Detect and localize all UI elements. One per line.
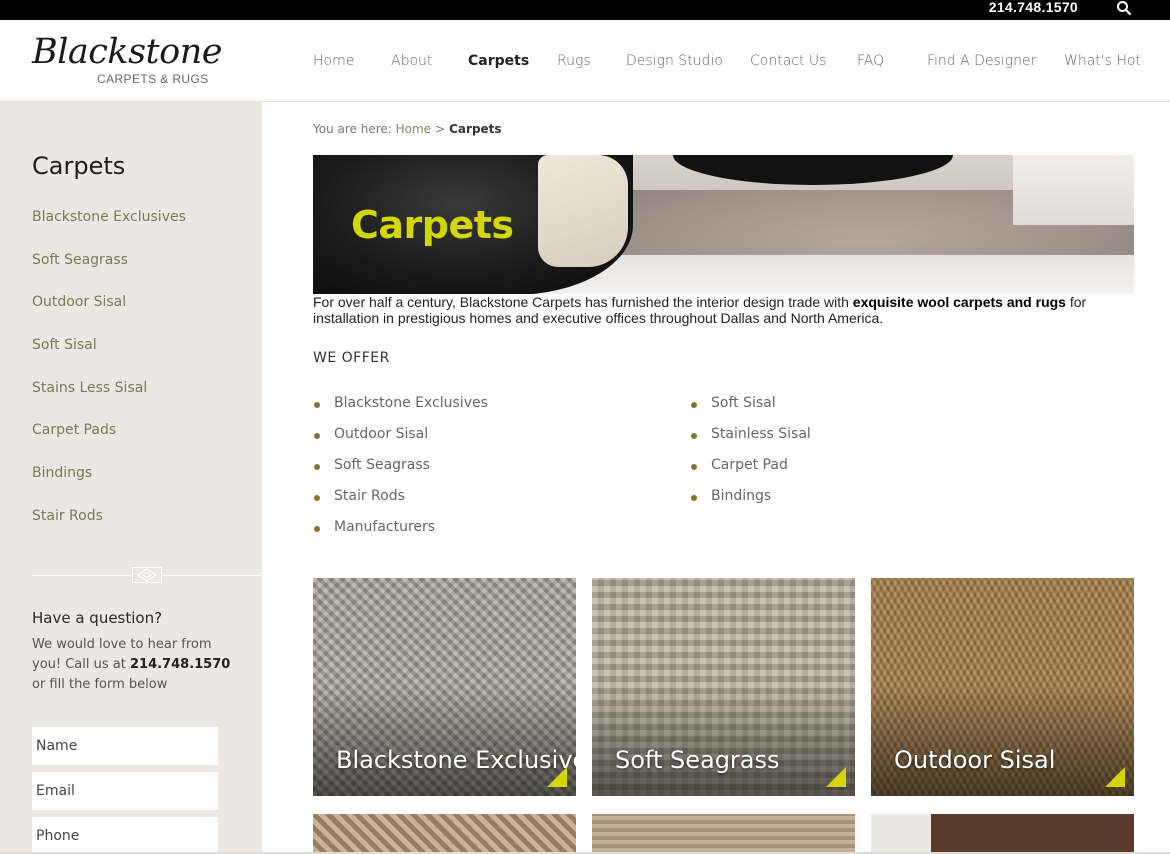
nav-design-studio[interactable]: Design Studio	[626, 53, 723, 69]
tile-shade	[313, 686, 576, 796]
nav-rugs[interactable]: Rugs	[557, 53, 591, 69]
question-text: We would love to hear from you! Call us …	[32, 635, 232, 695]
offer-soft-seagrass[interactable]: Soft Seagrass	[314, 457, 430, 473]
sidebar-link-soft-sisal[interactable]: Soft Sisal	[32, 337, 97, 353]
question-phone[interactable]: 214.748.1570	[130, 657, 230, 672]
tile-shade	[871, 686, 1134, 796]
offer-stainless-sisal[interactable]: Stainless Sisal	[691, 426, 811, 442]
hero-table	[673, 155, 953, 185]
hero-title: Carpets	[351, 203, 514, 247]
tile-row2-3[interactable]	[871, 814, 1134, 852]
intro-text-bold: exquisite wool carpets and rugs	[852, 294, 1066, 310]
sidebar-link-bindings[interactable]: Bindings	[32, 465, 92, 481]
sidebar: Carpets Blackstone Exclusives Soft Seagr…	[0, 102, 262, 854]
tile-shade	[592, 686, 855, 796]
offer-outdoor-sisal[interactable]: Outdoor Sisal	[313, 426, 428, 442]
breadcrumb-current: Carpets	[449, 122, 502, 136]
offer-soft-sisal[interactable]: Soft Sisal	[691, 395, 776, 411]
nav-carpets[interactable]: Carpets	[468, 53, 529, 69]
phone-field[interactable]	[32, 817, 218, 854]
hero-banner: Carpets	[313, 155, 1134, 294]
email-field[interactable]	[32, 772, 218, 810]
nav-home[interactable]: Home	[313, 53, 354, 69]
tile-label: Outdoor Sisal	[894, 746, 1056, 774]
breadcrumb-prefix: You are here:	[313, 122, 396, 136]
offer-blackstone-exclusives[interactable]: Blackstone Exclusives	[314, 395, 488, 411]
breadcrumb: You are here: Home > Carpets	[313, 122, 502, 136]
offer-carpet-pad[interactable]: Carpet Pad	[691, 457, 788, 473]
nav-whats-hot[interactable]: What's Hot	[1064, 53, 1141, 69]
site-header: Blackstone CARPETS & RUGS Home About Car…	[0, 20, 1170, 102]
breadcrumb-home[interactable]: Home	[396, 122, 431, 136]
offer-stair-rods[interactable]: Stair Rods	[314, 488, 405, 504]
question-text-b: or fill the form below	[32, 677, 168, 692]
sidebar-link-stair-rods[interactable]: Stair Rods	[32, 508, 103, 524]
tile-soft-seagrass[interactable]: Soft Seagrass	[592, 578, 855, 796]
breadcrumb-separator: >	[435, 122, 446, 136]
hero-sofa	[1013, 155, 1134, 225]
name-field[interactable]	[32, 727, 218, 765]
corner-triangle-icon	[1105, 767, 1125, 787]
diamond-ornament-icon	[132, 567, 162, 583]
sidebar-link-outdoor-sisal[interactable]: Outdoor Sisal	[32, 294, 126, 310]
sidebar-link-stains-less-sisal[interactable]: Stains Less Sisal	[32, 380, 147, 396]
sidebar-title: Carpets	[32, 152, 126, 180]
sidebar-link-carpet-pads[interactable]: Carpet Pads	[32, 422, 116, 438]
tile-blackstone-exclusives[interactable]: Blackstone Exclusives	[313, 578, 576, 796]
intro-paragraph: For over half a century, Blackstone Carp…	[313, 294, 1138, 326]
corner-triangle-icon	[826, 767, 846, 787]
tile-label: Blackstone Exclusives	[336, 746, 576, 774]
tile-outdoor-sisal[interactable]: Outdoor Sisal	[871, 578, 1134, 796]
tile-row2-2[interactable]	[592, 814, 855, 852]
sidebar-link-blackstone-exclusives[interactable]: Blackstone Exclusives	[32, 209, 186, 225]
offer-bindings[interactable]: Bindings	[690, 488, 771, 504]
we-offer-heading: WE OFFER	[313, 350, 390, 366]
search-icon[interactable]	[1116, 0, 1132, 16]
top-bar: 214.748.1570	[0, 0, 1170, 20]
intro-text-a: For over half a century, Blackstone Carp…	[313, 294, 853, 310]
nav-about[interactable]: About	[391, 53, 432, 69]
main-nav: Home About Carpets Rugs Design Studio Co…	[0, 20, 1170, 102]
sidebar-link-soft-seagrass[interactable]: Soft Seagrass	[32, 252, 128, 268]
corner-triangle-icon	[547, 767, 567, 787]
question-title: Have a question?	[32, 609, 163, 627]
tile-row2-1[interactable]	[313, 814, 576, 852]
nav-faq[interactable]: FAQ	[857, 53, 884, 69]
hero-blanket	[538, 155, 628, 267]
nav-find-a-designer[interactable]: Find A Designer	[927, 53, 1036, 69]
tile-label: Soft Seagrass	[615, 746, 780, 774]
top-phone-number[interactable]: 214.748.1570	[989, 0, 1078, 20]
offer-manufacturers[interactable]: Manufacturers	[313, 519, 435, 535]
nav-contact-us[interactable]: Contact Us	[750, 53, 826, 69]
